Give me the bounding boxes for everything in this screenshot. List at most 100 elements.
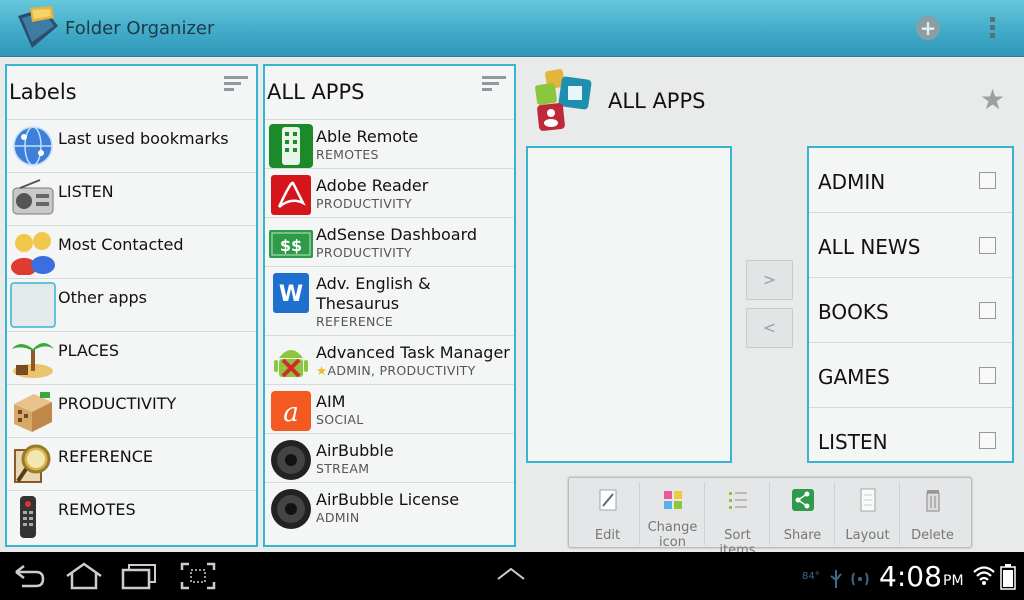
label-item-most-contacted[interactable]: Most Contacted [7, 225, 256, 278]
chevron-up-icon[interactable] [496, 566, 526, 582]
palette-icon [664, 491, 682, 509]
wireless-signal-icon [851, 572, 869, 586]
label-name: PLACES [58, 341, 120, 360]
word-icon: W [273, 273, 309, 313]
layout-button[interactable]: Layout [835, 482, 900, 545]
svg-text:W: W [279, 282, 303, 307]
svg-text:$$: $$ [280, 236, 302, 255]
label-name: Last used bookmarks [58, 129, 229, 148]
category-checkbox[interactable] [979, 367, 996, 384]
home-icon[interactable] [64, 562, 104, 590]
trash-icon [926, 490, 940, 512]
category-item-listen[interactable]: LISTEN [809, 408, 1012, 461]
change-icon-label: Change icon [647, 520, 698, 550]
category-checkbox[interactable] [979, 432, 996, 449]
app-category-text: ADMIN, PRODUCTIVITY [327, 363, 476, 378]
category-item-books[interactable]: BOOKS [809, 278, 1012, 343]
label-name: REFERENCE [58, 447, 154, 466]
apps-title: ALL APPS [267, 80, 365, 104]
app-item-adobe-reader[interactable]: Adobe Reader PRODUCTIVITY [265, 168, 514, 217]
adobe-reader-icon [271, 175, 311, 215]
edit-button[interactable]: Edit [575, 482, 640, 545]
plus-icon: + [919, 16, 937, 40]
app-item-adsense-dashboard[interactable]: $$ AdSense Dashboard PRODUCTIVITY [265, 217, 514, 266]
category-checkbox[interactable] [979, 302, 996, 319]
adsense-icon: $$ [269, 230, 313, 258]
clock-ampm: PM [943, 573, 964, 589]
category-checkbox[interactable] [979, 237, 996, 254]
category-name: ALL NEWS [818, 235, 921, 259]
back-icon[interactable] [12, 562, 46, 590]
app-item-aim[interactable]: a AIM SOCIAL [265, 384, 514, 433]
label-item-places[interactable]: PLACES [7, 331, 256, 384]
label-item-productivity[interactable]: PRODUCTIVITY [7, 384, 256, 437]
folder-contents-list[interactable] [526, 146, 732, 463]
palm-island-icon [12, 343, 54, 378]
recent-apps-icon[interactable] [120, 562, 158, 590]
overflow-menu-button[interactable] [984, 14, 1000, 44]
app-item-able-remote[interactable]: Able Remote REMOTES [265, 119, 514, 168]
globe-icon [13, 126, 53, 166]
action-toolbar: Edit Change icon Sort items Share Layout… [568, 477, 972, 558]
sort-items-button[interactable]: Sort items [705, 482, 770, 558]
folder-collage-icon[interactable] [534, 66, 596, 134]
move-right-button[interactable]: > [746, 260, 793, 300]
screenshot-icon[interactable] [180, 562, 216, 590]
label-item-reference[interactable]: REFERENCE [7, 437, 256, 490]
category-name: LISTEN [818, 430, 888, 454]
aim-icon: a [271, 391, 311, 431]
favorite-star-icon[interactable]: ★ [980, 86, 1005, 114]
more-vertical-icon [984, 17, 1000, 38]
category-name: ADMIN [818, 170, 886, 194]
move-left-button[interactable]: < [746, 308, 793, 348]
battery-icon [1000, 564, 1016, 590]
apps-header: ALL APPS [265, 66, 514, 119]
category-item-admin[interactable]: ADMIN [809, 148, 1012, 213]
share-button[interactable]: Share [770, 482, 835, 545]
system-bar [0, 552, 1024, 600]
label-item-listen[interactable]: LISTEN [7, 172, 256, 225]
label-item-remotes[interactable]: REMOTES [7, 490, 256, 543]
category-name: GAMES [818, 365, 890, 389]
edit-icon [599, 489, 617, 511]
remote-icon [20, 496, 36, 538]
clock-time: 4:08 [879, 560, 942, 593]
label-name: Other apps [58, 288, 147, 307]
able-remote-icon [269, 124, 313, 168]
add-label-button[interactable]: + [916, 16, 940, 40]
label-name: PRODUCTIVITY [58, 394, 177, 413]
label-name: Most Contacted [58, 235, 184, 254]
magnifier-icon [14, 444, 51, 483]
change-icon-button[interactable]: Change icon [640, 482, 705, 550]
share-label: Share [783, 528, 822, 543]
speaker-icon [271, 440, 311, 480]
category-list: ADMIN ALL NEWS BOOKS GAMES LISTEN [807, 146, 1014, 463]
temperature-text: 84° [802, 571, 820, 582]
svg-text:a: a [283, 398, 299, 428]
radio-icon [12, 179, 54, 215]
share-icon [792, 489, 814, 511]
folder-app-icon[interactable] [14, 4, 60, 52]
sort-icon[interactable] [482, 76, 506, 96]
category-item-games[interactable]: GAMES [809, 343, 1012, 408]
category-item-all-news[interactable]: ALL NEWS [809, 213, 1012, 278]
app-item-airbubble[interactable]: AirBubble STREAM [265, 433, 514, 482]
delete-button[interactable]: Delete [900, 482, 965, 545]
category-checkbox[interactable] [979, 172, 996, 189]
label-item-last-used-bookmarks[interactable]: Last used bookmarks [7, 119, 256, 172]
app-item-adv-english[interactable]: W Adv. English & Thesaurus REFERENCE [265, 266, 514, 335]
app-item-advanced-task-manager[interactable]: Advanced Task Manager ★ADMIN, PRODUCTIVI… [265, 335, 514, 384]
app-title: Folder Organizer [65, 18, 215, 39]
labels-title: Labels [9, 80, 77, 104]
sort-icon[interactable] [224, 76, 248, 96]
blank-icon [10, 282, 56, 328]
action-bar: Folder Organizer + [0, 0, 1024, 57]
usb-icon [830, 570, 842, 588]
delete-label: Delete [911, 528, 954, 543]
speaker-icon [271, 489, 311, 529]
folder-title: ALL APPS [608, 89, 706, 113]
app-item-airbubble-license[interactable]: AirBubble License ADMIN [265, 482, 514, 531]
layout-icon [860, 488, 876, 512]
label-item-other-apps[interactable]: Other apps [7, 278, 256, 331]
layout-label: Layout [845, 528, 890, 543]
